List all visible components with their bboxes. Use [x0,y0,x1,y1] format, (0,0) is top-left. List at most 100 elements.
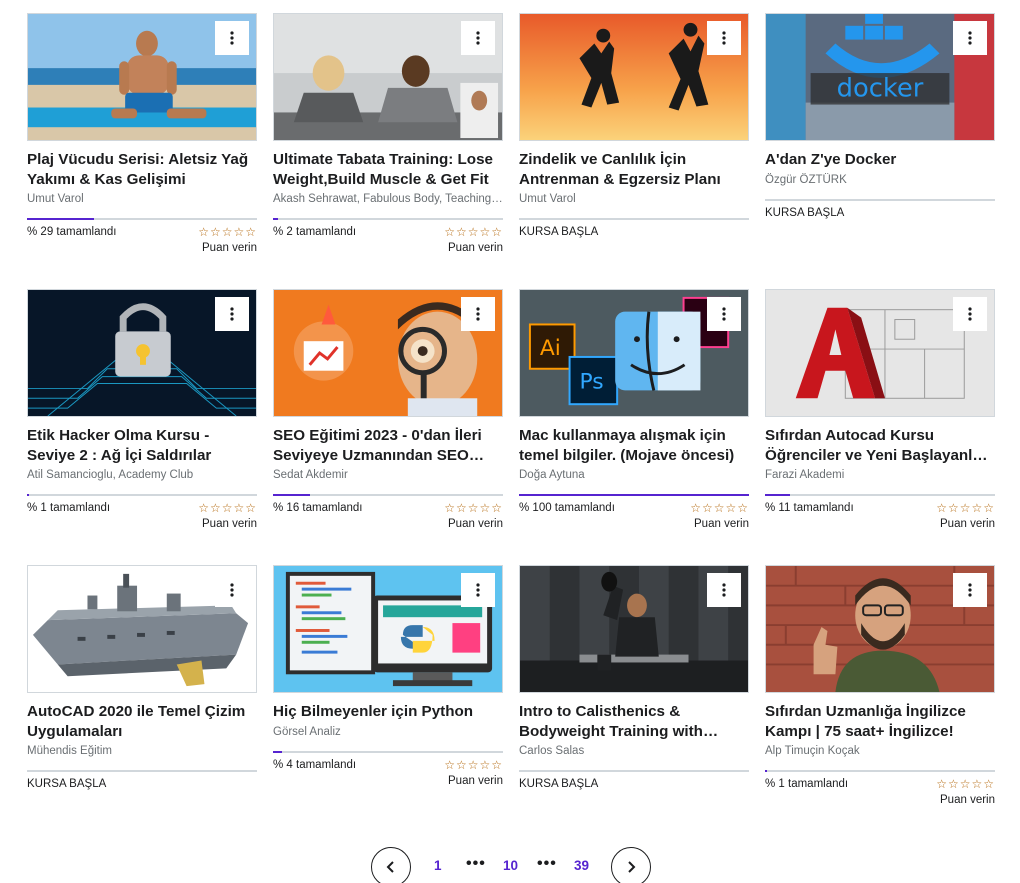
course-instructor: Doğa Aytuna [519,469,585,481]
course-thumbnail[interactable]: docker [765,13,995,141]
rate-course-link[interactable]: Puan verin [198,517,257,531]
kebab-menu-icon [230,307,234,321]
course-title[interactable]: Ultimate Tabata Training: Lose Weight,Bu… [273,150,503,189]
progress-fill [273,751,283,753]
course-title[interactable]: AutoCAD 2020 ile Temel Çizim Uygulamalar… [27,702,257,741]
chevron-left-icon [386,861,394,873]
course-instructor: Farazi Akademi [765,469,845,481]
course-title[interactable]: Mac kullanmaya alışmak için temel bilgil… [519,426,749,465]
rate-course-link[interactable]: Puan verin [444,774,503,788]
more-options-button[interactable] [461,297,495,331]
course-card[interactable]: Sıfırdan Uzmanlığa İngilizce Kampı | 75 … [765,565,995,807]
course-card[interactable]: Intro to Calisthenics & Bodyweight Train… [519,565,749,790]
course-thumbnail[interactable] [27,565,257,693]
course-instructor: Atil Samancioglu, Academy Club [27,469,194,481]
more-options-button[interactable] [707,21,741,55]
kebab-menu-icon [476,307,480,321]
start-course-link[interactable]: KURSA BAŞLA [765,207,995,219]
course-thumbnail[interactable]: Ai Ps [519,289,749,417]
more-options-button[interactable] [215,297,249,331]
course-instructor: Alp Timuçin Koçak [765,745,860,757]
progress-bar [27,494,257,496]
more-options-button[interactable] [707,573,741,607]
progress-fill [27,218,94,220]
course-thumbnail[interactable] [27,289,257,417]
progress-bar [519,494,749,496]
course-title[interactable]: Sıfırdan Uzmanlığa İngilizce Kampı | 75 … [765,702,995,741]
course-instructor: Sedat Akdemir [273,469,348,481]
more-options-button[interactable] [707,297,741,331]
rate-course-link[interactable]: Puan verin [444,517,503,531]
rate-course-link[interactable]: Puan verin [444,241,503,255]
page-current-link[interactable]: 10 [503,858,518,873]
previous-page-button[interactable] [371,847,411,883]
course-thumbnail[interactable] [519,13,749,141]
rate-course-link[interactable]: Puan verin [690,517,749,531]
course-card[interactable]: Hiç Bilmeyenler için Python Görsel Anali… [273,565,503,788]
page-1-link[interactable]: 1 [434,858,442,873]
course-thumbnail[interactable] [273,13,503,141]
rating-stars-icon[interactable]: ☆☆☆☆☆ [444,226,503,238]
rating-stars-icon[interactable]: ☆☆☆☆☆ [936,502,995,514]
progress-label: % 29 tamamlandı [27,226,117,238]
page-last-link[interactable]: 39 [574,858,589,873]
course-title[interactable]: A'dan Z'ye Docker [765,150,995,170]
more-options-button[interactable] [461,21,495,55]
course-thumbnail[interactable] [27,13,257,141]
progress-fill [765,770,768,772]
course-card[interactable]: Etik Hacker Olma Kursu - Seviye 2 : Ağ İ… [27,289,257,531]
more-options-button[interactable] [215,21,249,55]
course-thumbnail[interactable] [273,565,503,693]
course-card[interactable]: Sıfırdan Autocad Kursu Öğrenciler ve Yen… [765,289,995,531]
course-card[interactable]: Ai Ps Mac kullanmaya alışmak için temel … [519,289,749,531]
rating-stars-icon[interactable]: ☆☆☆☆☆ [936,778,995,790]
course-thumbnail[interactable] [519,565,749,693]
course-card[interactable]: Zindelik ve Canlılık İçin Antrenman & Eg… [519,13,749,238]
course-thumbnail[interactable] [765,289,995,417]
course-title[interactable]: Plaj Vücudu Serisi: Aletsiz Yağ Yakımı &… [27,150,257,189]
more-options-button[interactable] [461,573,495,607]
course-instructor: Umut Varol [27,193,84,205]
next-page-button[interactable] [611,847,651,883]
start-course-link[interactable]: KURSA BAŞLA [519,226,749,238]
course-instructor: Umut Varol [519,193,576,205]
progress-label: % 4 tamamlandı [273,759,357,771]
start-course-link[interactable]: KURSA BAŞLA [27,778,257,790]
progress-bar [273,751,503,753]
more-options-button[interactable] [953,297,987,331]
course-thumbnail[interactable] [765,565,995,693]
divider [519,218,749,220]
start-course-link[interactable]: KURSA BAŞLA [519,778,749,790]
kebab-menu-icon [230,583,234,597]
rating-stars-icon[interactable]: ☆☆☆☆☆ [444,759,503,771]
rating-stars-icon[interactable]: ☆☆☆☆☆ [198,226,257,238]
progress-fill [27,494,30,496]
more-options-button[interactable] [953,21,987,55]
more-options-button[interactable] [215,573,249,607]
rate-course-link[interactable]: Puan verin [936,517,995,531]
course-instructor: Carlos Salas [519,745,585,757]
course-card[interactable]: AutoCAD 2020 ile Temel Çizim Uygulamalar… [27,565,257,790]
course-row: Plaj Vücudu Serisi: Aletsiz Yağ Yakımı &… [27,13,995,289]
course-card[interactable]: docker A'dan Z'ye Docker Özgür ÖZTÜRK KU… [765,13,995,219]
rate-course-link[interactable]: Puan verin [198,241,257,255]
course-card[interactable]: SEO Eğitimi 2023 - 0'dan İleri Seviyeye … [273,289,503,531]
progress-fill [273,218,278,220]
course-title[interactable]: Sıfırdan Autocad Kursu Öğrenciler ve Yen… [765,426,995,465]
rating-stars-icon[interactable]: ☆☆☆☆☆ [198,502,257,514]
pagination-ellipsis: ••• [537,855,557,872]
progress-label: % 1 tamamlandı [27,502,111,514]
course-title[interactable]: Etik Hacker Olma Kursu - Seviye 2 : Ağ İ… [27,426,257,465]
rating-stars-icon[interactable]: ☆☆☆☆☆ [444,502,503,514]
course-card[interactable]: Ultimate Tabata Training: Lose Weight,Bu… [273,13,503,255]
course-title[interactable]: Hiç Bilmeyenler için Python [273,702,503,722]
course-thumbnail[interactable] [273,289,503,417]
course-title[interactable]: SEO Eğitimi 2023 - 0'dan İleri Seviyeye … [273,426,503,465]
more-options-button[interactable] [953,573,987,607]
rating-stars-icon[interactable]: ☆☆☆☆☆ [690,502,749,514]
kebab-menu-icon [230,31,234,45]
course-title[interactable]: Zindelik ve Canlılık İçin Antrenman & Eg… [519,150,749,189]
rate-course-link[interactable]: Puan verin [936,793,995,807]
course-card[interactable]: Plaj Vücudu Serisi: Aletsiz Yağ Yakımı &… [27,13,257,255]
course-title[interactable]: Intro to Calisthenics & Bodyweight Train… [519,702,749,741]
